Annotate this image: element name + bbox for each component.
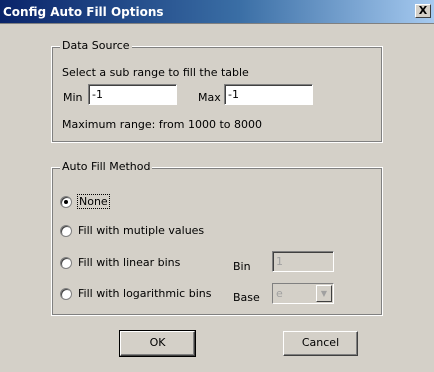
base-select[interactable]: e ▼ <box>272 283 334 304</box>
close-icon: X <box>418 4 428 17</box>
base-label: Base <box>233 291 260 304</box>
data-source-legend: Data Source <box>60 39 132 52</box>
min-label: Min <box>63 91 83 104</box>
cancel-button[interactable]: Cancel <box>283 331 358 356</box>
radio-label: Fill with logarithmic bins <box>78 287 212 300</box>
bin-input[interactable]: 1 <box>272 251 334 272</box>
range-info: Maximum range: from 1000 to 8000 <box>62 118 263 131</box>
close-button[interactable]: X <box>415 4 431 18</box>
radio-label: None <box>77 194 110 209</box>
auto-fill-method-legend: Auto Fill Method <box>60 160 153 173</box>
sub-range-instruction: Select a sub range to fill the table <box>62 66 249 79</box>
min-input[interactable]: -1 <box>88 84 177 105</box>
max-input[interactable]: -1 <box>224 84 313 105</box>
base-select-value: e <box>276 287 283 300</box>
radio-fill-multiple-values[interactable]: Fill with mutiple values <box>60 224 204 237</box>
title-bar: Config Auto Fill Options X <box>0 0 434 24</box>
chevron-down-icon[interactable]: ▼ <box>316 285 332 302</box>
ok-button[interactable]: OK <box>119 330 196 357</box>
radio-fill-logarithmic-bins[interactable]: Fill with logarithmic bins <box>60 287 211 300</box>
radio-label: Fill with mutiple values <box>78 224 205 237</box>
max-label: Max <box>198 91 221 104</box>
bin-label: Bin <box>233 260 251 273</box>
radio-none[interactable]: None <box>60 194 110 209</box>
radio-button[interactable] <box>60 287 72 300</box>
radio-fill-linear-bins[interactable]: Fill with linear bins <box>60 256 180 269</box>
radio-button[interactable] <box>60 224 72 237</box>
radio-button[interactable] <box>60 195 72 208</box>
radio-label: Fill with linear bins <box>78 256 181 269</box>
radio-button[interactable] <box>60 256 72 269</box>
window-title: Config Auto Fill Options <box>3 5 164 19</box>
